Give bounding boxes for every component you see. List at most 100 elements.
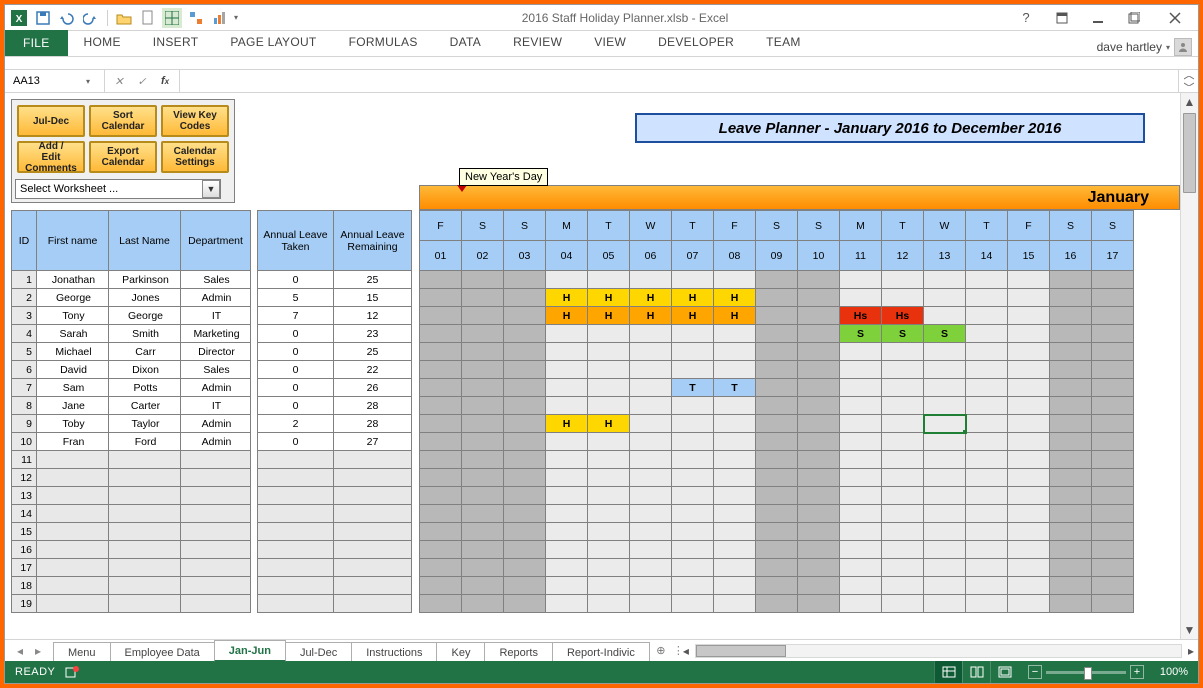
cal-cell[interactable] xyxy=(924,343,966,361)
cal-cell[interactable] xyxy=(462,307,504,325)
staff-table[interactable]: IDFirst nameLast NameDepartment1Jonathan… xyxy=(11,210,251,613)
cal-cell[interactable] xyxy=(672,451,714,469)
cal-cell[interactable] xyxy=(924,523,966,541)
leave-row-empty[interactable] xyxy=(258,595,412,613)
cal-cell[interactable] xyxy=(1008,523,1050,541)
cal-cell[interactable] xyxy=(588,487,630,505)
cal-cell[interactable] xyxy=(882,577,924,595)
cal-cell[interactable] xyxy=(840,487,882,505)
cal-cell[interactable] xyxy=(882,559,924,577)
cal-cell[interactable] xyxy=(1050,559,1092,577)
cal-cell[interactable] xyxy=(840,505,882,523)
cal-cell[interactable] xyxy=(840,271,882,289)
cal-cell[interactable] xyxy=(462,433,504,451)
cal-cell[interactable] xyxy=(924,379,966,397)
cal-row[interactable] xyxy=(420,343,1134,361)
cal-cell[interactable] xyxy=(462,379,504,397)
cal-cell[interactable] xyxy=(798,307,840,325)
cal-cell[interactable] xyxy=(630,397,672,415)
sheet-tab-reports[interactable]: Reports xyxy=(484,642,553,662)
cal-cell[interactable] xyxy=(756,343,798,361)
panel-button-view-key-codes[interactable]: View KeyCodes xyxy=(161,105,229,137)
tab-nav-prev-icon[interactable]: ▸ xyxy=(29,644,47,658)
cal-cell[interactable] xyxy=(798,505,840,523)
ribbon-tab-developer[interactable]: DEVELOPER xyxy=(642,30,750,54)
cal-cell[interactable] xyxy=(1050,595,1092,613)
cal-row-empty[interactable] xyxy=(420,505,1134,523)
cal-cell[interactable] xyxy=(420,469,462,487)
cal-cell[interactable] xyxy=(966,433,1008,451)
sheet-tab-report-indivic[interactable]: Report-Indivic xyxy=(552,642,650,662)
staff-row-empty[interactable]: 19 xyxy=(12,595,251,613)
cal-cell[interactable] xyxy=(1092,559,1134,577)
cal-cell[interactable] xyxy=(756,559,798,577)
cal-cell[interactable] xyxy=(462,523,504,541)
cal-cell[interactable] xyxy=(924,307,966,325)
help-icon[interactable]: ? xyxy=(1008,7,1044,29)
panel-button-jul-dec[interactable]: Jul-Dec xyxy=(17,105,85,137)
cal-cell[interactable] xyxy=(504,397,546,415)
cal-cell[interactable] xyxy=(630,433,672,451)
cal-cell[interactable] xyxy=(462,343,504,361)
cal-cell[interactable] xyxy=(462,415,504,433)
cal-cell[interactable] xyxy=(1092,343,1134,361)
staff-row[interactable]: 6DavidDixonSales xyxy=(12,361,251,379)
cal-cell[interactable] xyxy=(546,559,588,577)
cal-cell[interactable] xyxy=(756,379,798,397)
leave-row[interactable]: 025 xyxy=(258,343,412,361)
ribbon-display-icon[interactable] xyxy=(1044,7,1080,29)
cal-cell[interactable] xyxy=(882,541,924,559)
ribbon-tab-view[interactable]: VIEW xyxy=(578,30,642,54)
cal-cell[interactable] xyxy=(630,379,672,397)
cal-cell[interactable] xyxy=(420,559,462,577)
zoom-slider[interactable] xyxy=(1046,671,1126,674)
cal-cell[interactable] xyxy=(840,343,882,361)
cal-cell[interactable]: H xyxy=(630,307,672,325)
cal-cell[interactable] xyxy=(672,595,714,613)
cal-cell[interactable]: H xyxy=(630,289,672,307)
cal-cell[interactable] xyxy=(924,415,966,433)
cal-cell[interactable] xyxy=(630,559,672,577)
cal-cell[interactable]: T xyxy=(714,379,756,397)
save-icon[interactable] xyxy=(33,8,53,28)
cal-cell[interactable] xyxy=(1092,595,1134,613)
cal-cell[interactable] xyxy=(882,451,924,469)
cal-cell[interactable] xyxy=(840,595,882,613)
cal-cell[interactable] xyxy=(798,487,840,505)
cal-cell[interactable] xyxy=(966,379,1008,397)
cal-cell[interactable] xyxy=(546,451,588,469)
leave-row-empty[interactable] xyxy=(258,451,412,469)
cal-cell[interactable] xyxy=(1092,469,1134,487)
cal-row-empty[interactable] xyxy=(420,595,1134,613)
cal-cell[interactable] xyxy=(504,577,546,595)
name-box-input[interactable] xyxy=(11,74,81,88)
cal-cell[interactable] xyxy=(1092,577,1134,595)
cal-cell[interactable] xyxy=(840,559,882,577)
panel-button-calendar-settings[interactable]: CalendarSettings xyxy=(161,141,229,173)
cal-cell[interactable] xyxy=(882,595,924,613)
cal-cell[interactable]: H xyxy=(672,307,714,325)
cal-cell[interactable] xyxy=(630,415,672,433)
cal-cell[interactable] xyxy=(756,577,798,595)
cal-cell[interactable] xyxy=(1050,487,1092,505)
cal-cell[interactable] xyxy=(714,325,756,343)
cal-cell[interactable] xyxy=(840,433,882,451)
cal-cell[interactable] xyxy=(504,487,546,505)
cal-cell[interactable] xyxy=(1092,325,1134,343)
cal-cell[interactable] xyxy=(546,577,588,595)
cal-cell[interactable] xyxy=(630,343,672,361)
new-file-icon[interactable] xyxy=(138,8,158,28)
cal-cell[interactable]: Hs xyxy=(840,307,882,325)
sheet-tab-menu[interactable]: Menu xyxy=(53,642,111,662)
cal-cell[interactable] xyxy=(630,325,672,343)
panel-button-export-calendar[interactable]: ExportCalendar xyxy=(89,141,157,173)
cal-cell[interactable] xyxy=(1008,595,1050,613)
cal-cell[interactable] xyxy=(798,433,840,451)
cal-cell[interactable] xyxy=(882,271,924,289)
cal-cell[interactable] xyxy=(924,271,966,289)
cal-cell[interactable] xyxy=(924,361,966,379)
cal-cell[interactable] xyxy=(1050,289,1092,307)
cal-cell[interactable] xyxy=(672,523,714,541)
cal-cell[interactable] xyxy=(546,595,588,613)
staff-row[interactable]: 4SarahSmithMarketing xyxy=(12,325,251,343)
